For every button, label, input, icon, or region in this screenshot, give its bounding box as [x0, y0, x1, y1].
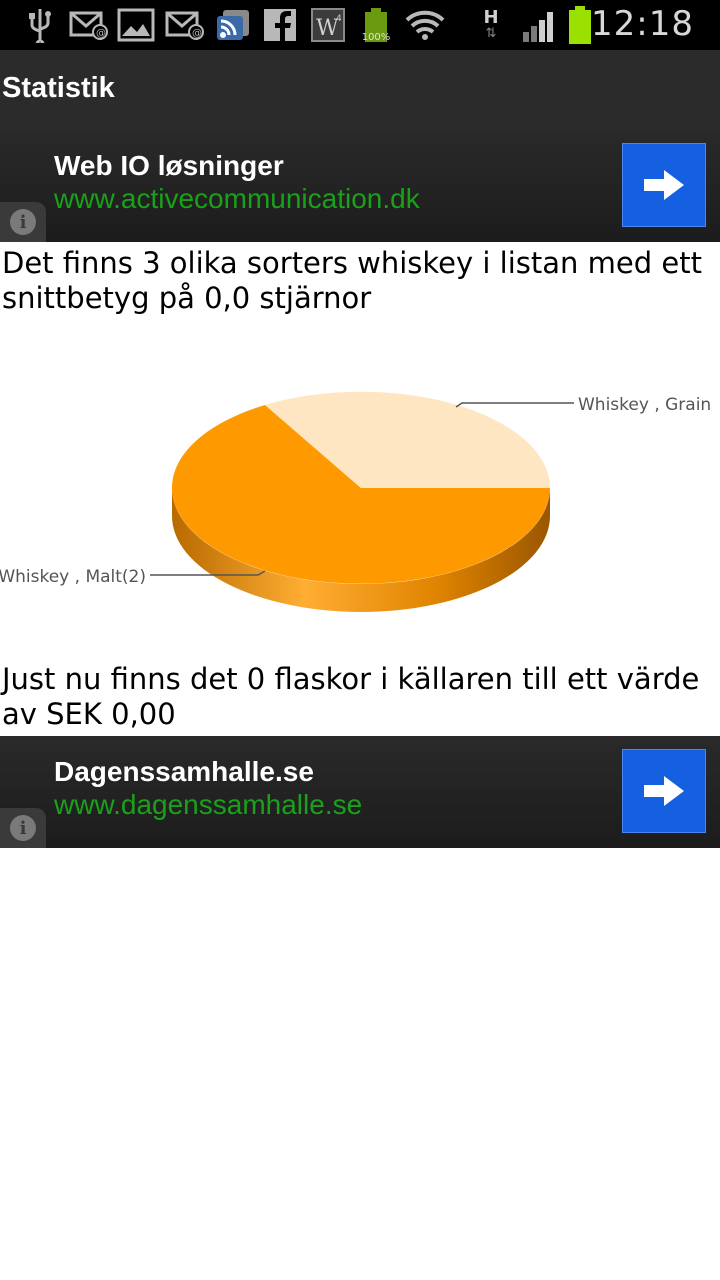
data-arrows-icon: ⇅	[485, 26, 497, 41]
cellar-summary-text: Just nu finns det 0 flaskor i källaren t…	[2, 662, 700, 731]
battery-icon	[566, 6, 594, 44]
ad-title[interactable]: Web IO løsninger	[54, 150, 284, 182]
status-bar: @ @ W4 100% H ⇅ 12:18	[0, 0, 720, 50]
ad-banner-bottom[interactable]: Dagenssamhalle.se www.dagenssamhalle.se …	[0, 736, 720, 848]
network-h-icon: H ⇅	[476, 6, 506, 44]
arrow-right-icon	[644, 776, 684, 806]
rss-icon	[214, 6, 252, 44]
app-title-bar: Statistik	[0, 50, 720, 130]
arrow-right-icon	[644, 170, 684, 200]
page-title: Statistik	[2, 72, 115, 104]
battery-icon: 100%	[358, 6, 394, 44]
ad-info-button[interactable]: i	[0, 202, 46, 242]
svg-text:4: 4	[336, 14, 342, 24]
pie-label-grain: Whiskey , Grain	[578, 395, 711, 415]
gallery-icon	[116, 6, 156, 44]
svg-text:@: @	[192, 28, 202, 39]
ad-info-button[interactable]: i	[0, 808, 46, 848]
label-line-grain	[455, 402, 574, 408]
email-icon: @	[164, 6, 206, 44]
usb-icon	[22, 6, 58, 44]
ad-url[interactable]: www.dagenssamhalle.se	[54, 789, 362, 821]
signal-icon	[520, 6, 562, 44]
svg-text:@: @	[96, 28, 106, 39]
info-icon: i	[10, 209, 36, 235]
info-icon: i	[10, 815, 36, 841]
ad-banner-top[interactable]: Web IO løsninger www.activecommunication…	[0, 130, 720, 242]
whiskey-summary-text: Det finns 3 olika sorters whiskey i list…	[2, 246, 702, 315]
w4-icon: W4	[310, 6, 346, 44]
clock: 12:18	[591, 4, 694, 44]
ad-go-button[interactable]	[622, 143, 706, 227]
battery-percent-label: 100%	[361, 32, 391, 43]
pie-label-malt: Whiskey , Malt(2)	[0, 567, 146, 587]
ad-url[interactable]: www.activecommunication.dk	[54, 183, 420, 215]
wifi-icon	[404, 6, 446, 44]
email-icon: @	[68, 6, 110, 44]
whiskey-pie-chart: Whiskey , Grain Whiskey , Malt(2)	[0, 391, 711, 612]
ad-title[interactable]: Dagenssamhalle.se	[54, 756, 314, 788]
network-type-label: H	[483, 7, 499, 28]
ad-go-button[interactable]	[622, 749, 706, 833]
facebook-icon	[262, 6, 298, 44]
